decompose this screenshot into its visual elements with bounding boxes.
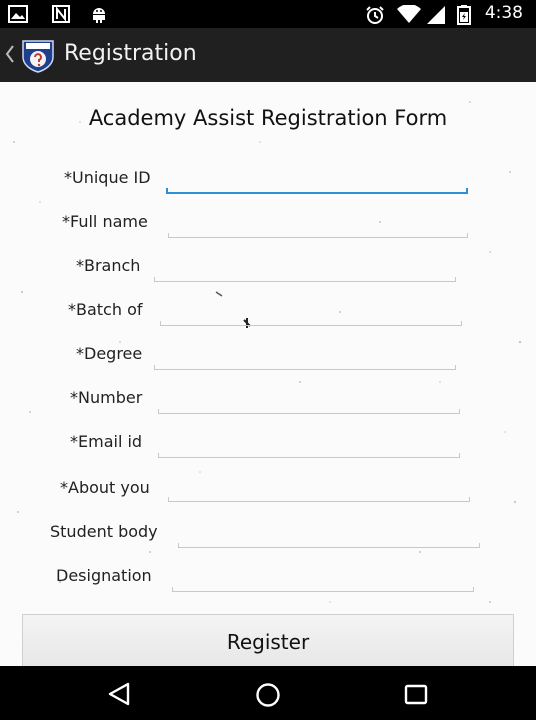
student-body-input[interactable] [178,522,480,548]
wifi-icon [397,5,421,23]
batch-of-field-wrap [160,300,462,326]
form-title: Academy Assist Registration Form [88,106,448,130]
about-you-label: *About you [60,478,150,497]
battery-icon [457,5,471,25]
notification-n-icon [52,5,70,23]
branch-input[interactable] [154,256,456,282]
alarm-icon [366,6,384,24]
student-body-field-wrap [178,522,480,548]
home-circle-icon[interactable] [254,681,282,709]
branch-label: *Branch [76,256,141,275]
branch-field-wrap [154,256,456,282]
designation-field-wrap [172,566,474,592]
back-chevron-icon[interactable] [5,44,15,64]
email-id-input[interactable] [158,432,460,458]
designation-input[interactable] [172,566,474,592]
image-icon [8,5,28,23]
status-bar: 4:38 [0,0,536,28]
registration-form: Academy Assist Registration Form *Unique… [0,82,536,666]
email-id-field-wrap [158,432,460,458]
number-label: *Number [70,388,143,407]
student-body-label: Student body [50,522,158,541]
degree-label: *Degree [76,344,143,363]
full-name-input[interactable] [168,212,468,238]
nav-bar [0,666,536,720]
unique-id-field-wrap [166,168,468,194]
degree-field-wrap [154,344,456,370]
unique-id-label: *Unique ID [64,168,151,187]
email-id-label: *Email id [70,432,143,451]
academy-assist-badge-icon[interactable] [20,39,56,73]
action-bar: Registration [0,28,536,82]
page-title: Registration [64,41,197,66]
full-name-field-wrap [168,212,468,238]
number-input[interactable] [158,388,460,414]
full-name-label: *Full name [62,212,148,231]
about-you-field-wrap [168,476,470,502]
register-button[interactable]: Register [22,614,514,666]
android-icon [93,8,105,23]
batch-of-input[interactable] [160,300,462,326]
degree-input[interactable] [154,344,456,370]
recents-square-icon[interactable] [404,683,428,707]
status-time: 4:38 [484,3,523,23]
signal-icon [427,6,445,24]
back-triangle-icon[interactable] [106,682,132,706]
batch-of-label: *Batch of [68,300,143,319]
designation-label: Designation [56,566,152,585]
unique-id-input[interactable] [166,168,468,194]
about-you-input[interactable] [168,476,470,502]
number-field-wrap [158,388,460,414]
